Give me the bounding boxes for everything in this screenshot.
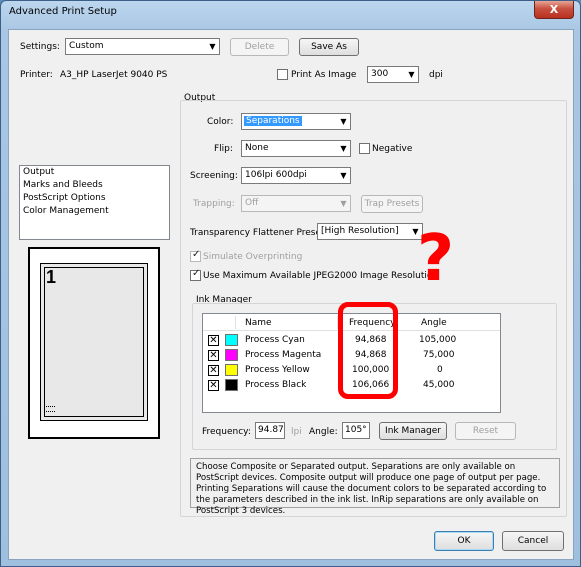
printer-label: Printer: xyxy=(20,70,53,80)
cancel-button[interactable]: Cancel xyxy=(502,531,564,551)
question-mark-annotation: ? xyxy=(417,222,455,296)
chevron-down-icon: ▼ xyxy=(408,70,415,79)
chevron-down-icon: ▼ xyxy=(340,144,347,153)
color-label: Color: xyxy=(207,117,234,127)
ink-angle: 45,000 xyxy=(423,380,455,390)
frequency-input[interactable]: 94.87 xyxy=(255,422,285,439)
settings-label: Settings: xyxy=(20,42,60,52)
dpi-dropdown[interactable]: 300 ▼ xyxy=(367,66,419,83)
ink-swatch xyxy=(225,364,238,376)
chevron-down-icon: ▼ xyxy=(209,42,216,51)
column-header-name[interactable]: Name xyxy=(245,318,272,328)
dpi-unit: dpi xyxy=(429,70,443,80)
ink-angle: 75,000 xyxy=(423,350,455,360)
trapping-label: Trapping: xyxy=(193,199,235,209)
chevron-down-icon: ▼ xyxy=(340,117,347,126)
print-ink-checkbox[interactable]: ✕ xyxy=(208,335,219,346)
ink-name: Process Yellow xyxy=(245,365,310,375)
negative-checkbox[interactable] xyxy=(359,143,370,154)
trapping-value: Off xyxy=(245,198,259,208)
ink-swatch xyxy=(225,349,238,361)
color-dropdown[interactable]: Separations ▼ xyxy=(241,113,351,130)
category-list: Output Marks and Bleeds PostScript Optio… xyxy=(19,165,170,240)
flattener-dropdown[interactable]: [High Resolution] ▼ xyxy=(317,223,423,240)
category-postscript-options[interactable]: PostScript Options xyxy=(20,192,169,205)
category-output[interactable]: Output xyxy=(20,166,169,179)
screening-label: Screening: xyxy=(190,171,238,181)
flip-dropdown[interactable]: None ▼ xyxy=(241,140,351,157)
color-value: Separations xyxy=(244,116,302,126)
print-ink-checkbox[interactable]: ✕ xyxy=(208,350,219,361)
ink-name: Process Black xyxy=(245,380,307,390)
ok-button[interactable]: OK xyxy=(434,531,494,551)
preview-page-number: 1 xyxy=(46,267,57,287)
flip-label: Flip: xyxy=(214,144,233,154)
simulate-overprinting-label: Simulate Overprinting xyxy=(203,252,303,262)
screening-value: 106lpi 600dpi xyxy=(245,170,307,180)
close-button[interactable]: X xyxy=(534,1,574,19)
preview-margin xyxy=(44,267,144,417)
preview-page: 1 xyxy=(40,263,148,421)
flattener-value: [High Resolution] xyxy=(321,226,399,236)
screening-dropdown[interactable]: 106lpi 600dpi ▼ xyxy=(241,167,351,184)
print-ink-checkbox[interactable]: ✕ xyxy=(208,365,219,376)
category-color-management[interactable]: Color Management xyxy=(20,205,169,218)
chevron-down-icon: ▼ xyxy=(340,199,347,208)
red-highlight-box xyxy=(338,302,398,399)
ink-manager-button[interactable]: Ink Manager xyxy=(379,422,447,440)
print-as-image-label: Print As Image xyxy=(291,70,357,80)
simulate-overprinting-checkbox[interactable] xyxy=(190,249,201,262)
ink-angle: 105,000 xyxy=(419,335,457,345)
window-title: Advanced Print Setup xyxy=(9,6,117,17)
frequency-unit: lpi xyxy=(291,427,302,437)
column-divider xyxy=(235,316,236,329)
flattener-label: Transparency Flattener Preset: xyxy=(190,228,328,238)
settings-dropdown[interactable]: Custom ▼ xyxy=(65,38,220,55)
jpeg2000-checkbox[interactable] xyxy=(190,268,201,281)
settings-value: Custom xyxy=(69,41,104,51)
negative-label: Negative xyxy=(372,144,413,154)
frequency-label: Frequency: xyxy=(202,427,251,437)
ink-name: Process Cyan xyxy=(245,335,305,345)
page-preview: 1 xyxy=(28,247,160,439)
angle-label: Angle: xyxy=(309,427,338,437)
jpeg2000-label: Use Maximum Available JPEG2000 Image Res… xyxy=(203,271,439,281)
trapping-dropdown[interactable]: Off ▼ xyxy=(241,195,351,212)
save-as-button[interactable]: Save As xyxy=(299,38,359,56)
angle-input[interactable]: 105° xyxy=(342,422,370,439)
ink-swatch xyxy=(225,379,238,391)
chevron-down-icon: ▼ xyxy=(340,171,347,180)
printer-name: A3_HP LaserJet 9040 PS xyxy=(60,70,168,80)
reset-button[interactable]: Reset xyxy=(455,422,516,440)
flip-value: None xyxy=(245,143,269,153)
trap-presets-button[interactable]: Trap Presets xyxy=(361,195,423,213)
ink-angle: 0 xyxy=(437,365,443,375)
category-marks-and-bleeds[interactable]: Marks and Bleeds xyxy=(20,179,169,192)
delete-button[interactable]: Delete xyxy=(230,38,289,56)
print-as-image-checkbox[interactable] xyxy=(277,69,288,80)
print-ink-checkbox[interactable]: ✕ xyxy=(208,380,219,391)
advanced-print-setup-window: Advanced Print Setup X Settings: Custom … xyxy=(0,0,581,567)
description-text: Choose Composite or Separated output. Se… xyxy=(190,458,560,516)
column-header-angle[interactable]: Angle xyxy=(421,318,447,328)
ink-name: Process Magenta xyxy=(245,350,322,360)
dpi-value: 300 xyxy=(371,69,389,79)
dialog-body: Settings: Custom ▼ Delete Save As Printe… xyxy=(8,29,574,560)
preview-slug-marks xyxy=(46,406,55,412)
title-bar[interactable]: Advanced Print Setup X xyxy=(1,1,580,23)
ink-swatch xyxy=(225,334,238,346)
